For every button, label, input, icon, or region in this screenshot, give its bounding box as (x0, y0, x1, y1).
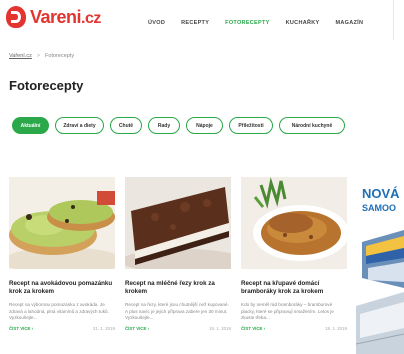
recipe-title[interactable]: Recept na avokádovou pomazánku krok za k… (9, 280, 115, 296)
tab-napoje[interactable]: Nápoje (186, 117, 223, 134)
ad-illustration (356, 230, 404, 354)
recipe-description: Recept na řezy, které jsou chutnější než… (125, 302, 229, 320)
breadcrumb-current: Fotorecepty (45, 53, 75, 59)
read-more-label: ČÍST VÍCE (241, 325, 263, 331)
recipe-photo-avocado[interactable] (9, 177, 115, 269)
recipe-card[interactable]: Recept na mléčné řezy krok za krokem Rec… (125, 177, 231, 331)
recipe-description: Kdo by neměl rád bramboráky – bramborové… (241, 302, 334, 320)
ad-subheadline: SAMOO (362, 203, 397, 213)
recipe-date: 18. 1. 2019 (325, 325, 347, 331)
recipe-photo-potato-pancakes[interactable] (241, 177, 347, 269)
tab-prilezitosti[interactable]: Příležitosti (229, 117, 273, 134)
breadcrumb: Vaření.cz > Fotorecepty (9, 53, 74, 59)
read-more-link[interactable]: ČÍST VÍCE › (125, 326, 149, 331)
nav-item-recepty[interactable]: RECEPTY (181, 20, 209, 26)
nav-item-kucharky[interactable]: KUCHAŘKY (286, 20, 320, 26)
breadcrumb-separator: > (36, 53, 41, 59)
brand-tld: .cz (81, 9, 101, 27)
read-more-link[interactable]: ČÍST VÍCE › (241, 326, 265, 331)
page-title: Fotorecepty (9, 78, 84, 93)
breadcrumb-home[interactable]: Vaření.cz (9, 53, 32, 59)
recipe-title[interactable]: Recept na křupavé domácí bramboráky krok… (241, 280, 347, 296)
recipe-card[interactable]: Recept na avokádovou pomazánku krok za k… (9, 177, 115, 331)
recipe-footer: ČÍST VÍCE › 19. 1. 2019 (125, 326, 231, 331)
arrow-right-icon: › (31, 325, 34, 331)
nav-item-magazin[interactable]: MAGAZÍN (336, 20, 364, 26)
header: Vareni.cz ÚVOD RECEPTY FOTORECEPTY KUCHA… (0, 0, 404, 40)
recipe-footer: ČÍST VÍCE › 21. 1. 2019 (9, 326, 115, 331)
arrow-right-icon: › (263, 325, 266, 331)
logo-icon (6, 6, 26, 28)
tab-chute[interactable]: Chutě (110, 117, 142, 134)
read-more-link[interactable]: ČÍST VÍCE › (9, 326, 33, 331)
tab-rady[interactable]: Rady (148, 117, 180, 134)
read-more-label: ČÍST VÍCE (9, 325, 31, 331)
recipe-footer: ČÍST VÍCE › 18. 1. 2019 (241, 326, 347, 331)
tab-aktualni[interactable]: Aktuální (12, 117, 49, 134)
site-logo[interactable]: Vareni.cz (6, 6, 101, 28)
nav-item-fotorecepty[interactable]: FOTORECEPTY (225, 20, 269, 26)
read-more-label: ČÍST VÍCE (125, 325, 147, 331)
ad-headline: NOVÁ (362, 186, 400, 201)
recipe-date: 19. 1. 2019 (209, 325, 231, 331)
recipe-description: Recept na výbornou pomazánku z avokáda. … (9, 302, 109, 320)
recipe-card[interactable]: Recept na křupavé domácí bramboráky krok… (241, 177, 347, 331)
brand-name: Vareni (30, 6, 82, 27)
header-divider (393, 0, 404, 40)
category-tabs: Aktuální Zdraví a diety Chutě Rady Nápoj… (12, 117, 351, 134)
arrow-right-icon: › (147, 325, 150, 331)
logo-text: Vareni.cz (30, 7, 101, 28)
recipe-date: 21. 1. 2019 (93, 325, 115, 331)
recipe-photo-milk-slices[interactable] (125, 177, 231, 269)
advertisement-banner[interactable]: NOVÁ SAMOO (356, 178, 404, 354)
main-nav: ÚVOD RECEPTY FOTORECEPTY KUCHAŘKY MAGAZÍ… (148, 20, 379, 26)
recipe-title[interactable]: Recept na mléčné řezy krok za krokem (125, 280, 231, 296)
tab-zdravi-a-diety[interactable]: Zdraví a diety (55, 117, 104, 134)
nav-item-uvod[interactable]: ÚVOD (148, 20, 165, 26)
tab-narodni-kuchyne[interactable]: Národní kuchyně (279, 117, 345, 134)
